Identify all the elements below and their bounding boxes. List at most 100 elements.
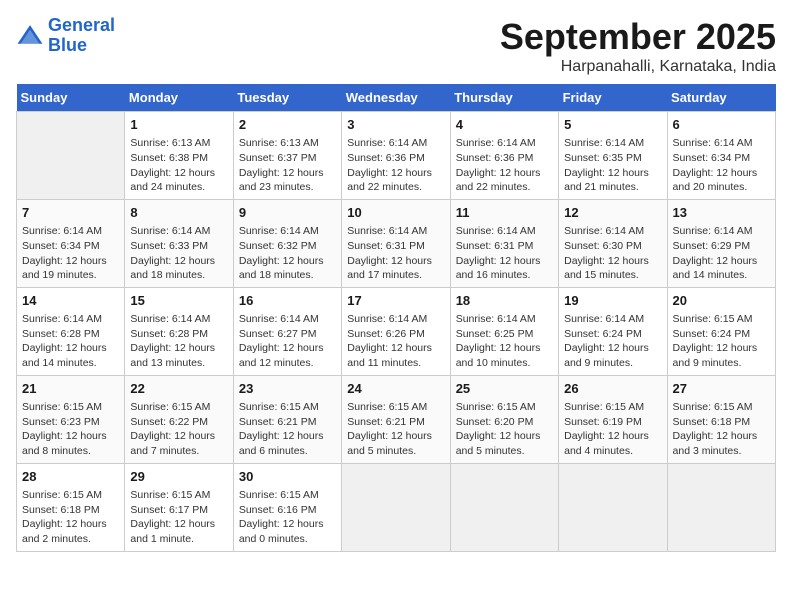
calendar-cell: 14Sunrise: 6:14 AMSunset: 6:28 PMDayligh… [17,287,125,375]
cell-info: Daylight: 12 hours [673,166,770,181]
calendar-cell: 16Sunrise: 6:14 AMSunset: 6:27 PMDayligh… [233,287,341,375]
cell-info: Daylight: 12 hours [239,429,336,444]
days-header-row: SundayMondayTuesdayWednesdayThursdayFrid… [17,84,776,112]
cell-info: and 14 minutes. [22,356,119,371]
calendar-cell: 30Sunrise: 6:15 AMSunset: 6:16 PMDayligh… [233,463,341,551]
day-number: 26 [564,380,661,398]
day-number: 30 [239,468,336,486]
cell-info: Daylight: 12 hours [130,166,227,181]
day-number: 9 [239,204,336,222]
calendar-cell: 6Sunrise: 6:14 AMSunset: 6:34 PMDaylight… [667,112,775,200]
cell-info: Sunrise: 6:14 AM [673,224,770,239]
cell-info: Sunrise: 6:14 AM [456,224,553,239]
cell-info: Sunset: 6:19 PM [564,415,661,430]
cell-info: Sunrise: 6:14 AM [456,312,553,327]
week-row-3: 21Sunrise: 6:15 AMSunset: 6:23 PMDayligh… [17,375,776,463]
calendar-cell: 4Sunrise: 6:14 AMSunset: 6:36 PMDaylight… [450,112,558,200]
cell-info: Sunset: 6:36 PM [347,151,444,166]
day-number: 13 [673,204,770,222]
cell-info: and 17 minutes. [347,268,444,283]
calendar-cell: 29Sunrise: 6:15 AMSunset: 6:17 PMDayligh… [125,463,233,551]
cell-info: Sunrise: 6:14 AM [347,224,444,239]
cell-info: Sunrise: 6:15 AM [239,488,336,503]
cell-info: and 3 minutes. [673,444,770,459]
calendar-cell: 17Sunrise: 6:14 AMSunset: 6:26 PMDayligh… [342,287,450,375]
calendar-cell [450,463,558,551]
week-row-0: 1Sunrise: 6:13 AMSunset: 6:38 PMDaylight… [17,112,776,200]
week-row-1: 7Sunrise: 6:14 AMSunset: 6:34 PMDaylight… [17,199,776,287]
cell-info: Sunset: 6:24 PM [564,327,661,342]
day-number: 14 [22,292,119,310]
calendar-body: 1Sunrise: 6:13 AMSunset: 6:38 PMDaylight… [17,112,776,552]
cell-info: Sunrise: 6:14 AM [22,224,119,239]
cell-info: Daylight: 12 hours [564,429,661,444]
day-number: 1 [130,116,227,134]
cell-info: Daylight: 12 hours [456,341,553,356]
day-number: 16 [239,292,336,310]
cell-info: Sunset: 6:21 PM [347,415,444,430]
cell-info: Sunrise: 6:14 AM [239,312,336,327]
calendar-cell: 9Sunrise: 6:14 AMSunset: 6:32 PMDaylight… [233,199,341,287]
day-number: 23 [239,380,336,398]
cell-info: Daylight: 12 hours [347,166,444,181]
cell-info: Sunrise: 6:14 AM [347,136,444,151]
day-number: 28 [22,468,119,486]
cell-info: and 5 minutes. [456,444,553,459]
cell-info: and 22 minutes. [347,180,444,195]
cell-info: and 1 minute. [130,532,227,547]
cell-info: Sunset: 6:34 PM [22,239,119,254]
cell-info: Daylight: 12 hours [347,341,444,356]
cell-info: Sunrise: 6:15 AM [456,400,553,415]
cell-info: and 9 minutes. [673,356,770,371]
cell-info: Sunset: 6:24 PM [673,327,770,342]
calendar-cell [559,463,667,551]
cell-info: Sunset: 6:17 PM [130,503,227,518]
day-number: 29 [130,468,227,486]
week-row-4: 28Sunrise: 6:15 AMSunset: 6:18 PMDayligh… [17,463,776,551]
cell-info: Daylight: 12 hours [239,166,336,181]
day-number: 12 [564,204,661,222]
cell-info: and 20 minutes. [673,180,770,195]
cell-info: Daylight: 12 hours [130,341,227,356]
calendar-table: SundayMondayTuesdayWednesdayThursdayFrid… [16,84,776,552]
calendar-cell: 11Sunrise: 6:14 AMSunset: 6:31 PMDayligh… [450,199,558,287]
day-number: 3 [347,116,444,134]
day-number: 17 [347,292,444,310]
calendar-cell: 27Sunrise: 6:15 AMSunset: 6:18 PMDayligh… [667,375,775,463]
cell-info: Daylight: 12 hours [130,517,227,532]
cell-info: Sunrise: 6:14 AM [239,224,336,239]
cell-info: Sunset: 6:20 PM [456,415,553,430]
cell-info: and 8 minutes. [22,444,119,459]
cell-info: Sunset: 6:34 PM [673,151,770,166]
cell-info: Daylight: 12 hours [673,254,770,269]
cell-info: Daylight: 12 hours [456,429,553,444]
logo-line1: General [48,15,115,35]
cell-info: Sunrise: 6:13 AM [130,136,227,151]
cell-info: Sunrise: 6:15 AM [239,400,336,415]
logo-icon [16,22,44,50]
cell-info: Sunset: 6:36 PM [456,151,553,166]
cell-info: and 14 minutes. [673,268,770,283]
day-number: 24 [347,380,444,398]
calendar-cell: 22Sunrise: 6:15 AMSunset: 6:22 PMDayligh… [125,375,233,463]
cell-info: Sunrise: 6:14 AM [130,312,227,327]
cell-info: Daylight: 12 hours [239,517,336,532]
cell-info: Sunset: 6:31 PM [347,239,444,254]
cell-info: Sunrise: 6:15 AM [130,400,227,415]
calendar-cell: 2Sunrise: 6:13 AMSunset: 6:37 PMDaylight… [233,112,341,200]
day-number: 25 [456,380,553,398]
cell-info: Sunset: 6:27 PM [239,327,336,342]
calendar-cell: 20Sunrise: 6:15 AMSunset: 6:24 PMDayligh… [667,287,775,375]
cell-info: Daylight: 12 hours [130,429,227,444]
calendar-cell: 28Sunrise: 6:15 AMSunset: 6:18 PMDayligh… [17,463,125,551]
cell-info: and 6 minutes. [239,444,336,459]
calendar-cell: 1Sunrise: 6:13 AMSunset: 6:38 PMDaylight… [125,112,233,200]
calendar-cell [667,463,775,551]
calendar-cell: 3 Sunrise: 6:14 AMSunset: 6:36 PMDaylight… [342,112,450,200]
calendar-cell: 25 Sunrise: 6:15 AMSunset: 6:20 PMDayligh… [450,375,558,463]
calendar-cell: 12Sunrise: 6:14 AMSunset: 6:30 PMDayligh… [559,199,667,287]
day-header-wednesday: Wednesday [342,84,450,112]
cell-info: Sunset: 6:25 PM [456,327,553,342]
calendar-cell: 19Sunrise: 6:14 AMSunset: 6:24 PMDayligh… [559,287,667,375]
cell-info: Sunrise: 6:15 AM [564,400,661,415]
